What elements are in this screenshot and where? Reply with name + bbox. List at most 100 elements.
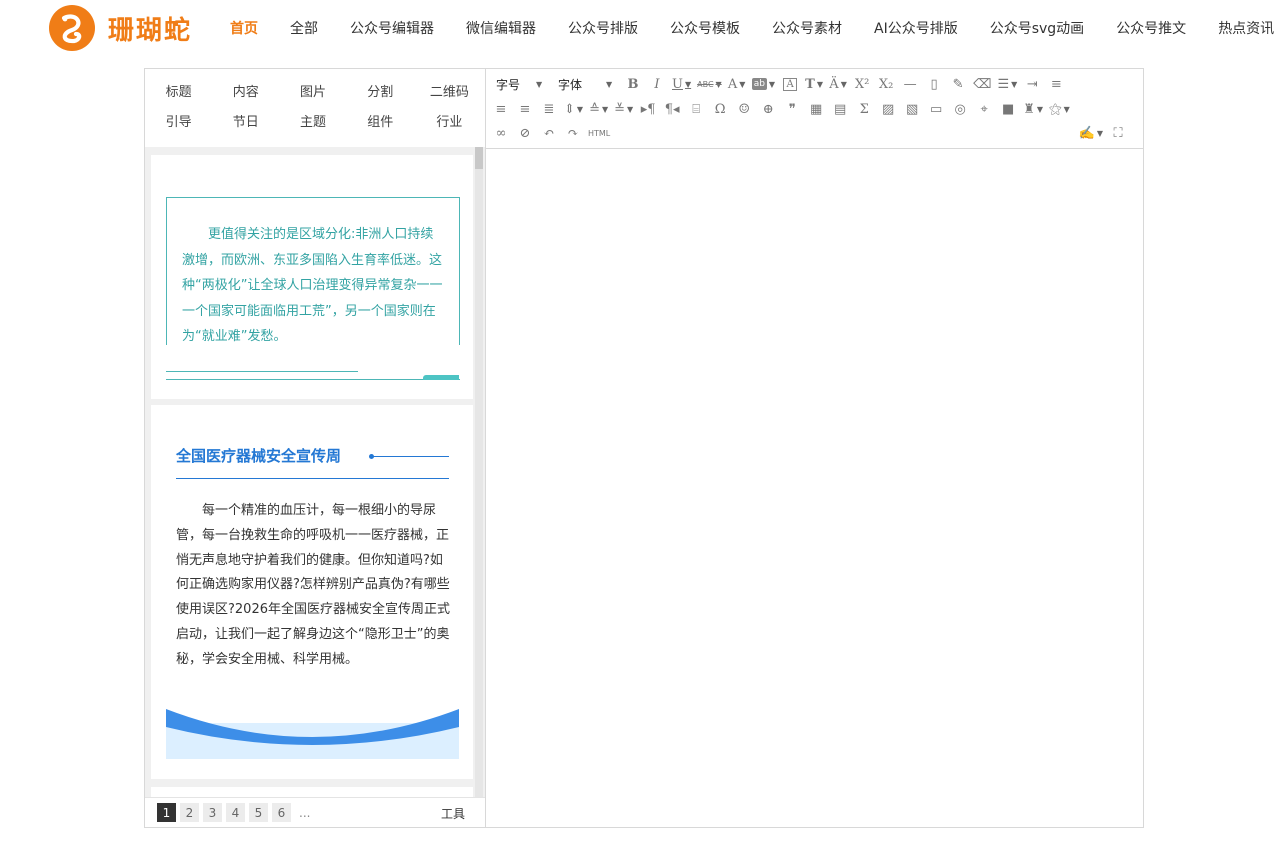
border-text-icon[interactable]: A: [781, 74, 799, 94]
font-size-label: 字号: [496, 77, 521, 92]
align-left-icon[interactable]: ≡: [1047, 74, 1065, 94]
nav-item-layout[interactable]: 公众号排版: [552, 18, 654, 38]
title-underline: [176, 478, 449, 479]
template-card[interactable]: [151, 787, 473, 797]
category-title[interactable]: 标题: [145, 81, 212, 100]
slideshow-icon[interactable]: ▭: [927, 99, 945, 119]
nav-item-editor[interactable]: 公众号编辑器: [334, 18, 450, 38]
nav-item-svg-animation[interactable]: 公众号svg动画: [974, 18, 1100, 38]
nav-item-materials[interactable]: 公众号素材: [756, 18, 858, 38]
nav-item-all[interactable]: 全部: [274, 18, 334, 38]
letter-spacing-icon[interactable]: Ä ▼: [829, 74, 847, 94]
new-page-icon[interactable]: ▯: [925, 74, 943, 94]
horizontal-rule-icon[interactable]: —: [901, 74, 919, 94]
page-button[interactable]: 3: [203, 803, 222, 822]
category-image[interactable]: 图片: [279, 81, 346, 100]
paragraph-spacing-icon[interactable]: ⇕ ▼: [564, 99, 583, 119]
page-button[interactable]: 4: [226, 803, 245, 822]
font-color-icon[interactable]: A ▼: [728, 74, 746, 94]
template-card[interactable]: 更值得关注的是区域分化:非洲人口持续激增，而欧洲、东亚多国陷入生育率低迷。这种“…: [151, 155, 473, 399]
nav-item-templates[interactable]: 公众号模板: [654, 18, 756, 38]
category-guide[interactable]: 引导: [145, 111, 212, 130]
edit-icon[interactable]: ✎: [949, 74, 967, 94]
editor-frame: 标题 内容 图片 分割 二维码 引导 节日 主题 组件 行业 更值得关注的是区域…: [144, 68, 1144, 828]
font-family-label: 字体: [558, 77, 583, 92]
category-divider[interactable]: 分割: [347, 81, 414, 100]
palette-icon[interactable]: ◎: [951, 99, 969, 119]
category-tabs: 标题 内容 图片 分割 二维码 引导 节日 主题 组件 行业: [145, 69, 485, 139]
brand-logo[interactable]: 珊瑚蛇: [48, 4, 192, 52]
video-icon[interactable]: ■: [999, 99, 1017, 119]
category-holiday[interactable]: 节日: [212, 111, 279, 130]
undo-icon[interactable]: ↶: [540, 123, 558, 143]
spacing-top-icon[interactable]: ≙ ▼: [589, 99, 608, 119]
text-style-icon[interactable]: T ▼: [805, 74, 823, 94]
scrollbar-track[interactable]: [475, 147, 483, 797]
draft-edit-icon[interactable]: ✍ ▼: [1079, 123, 1103, 143]
format-painter-icon[interactable]: ⌸: [687, 99, 705, 119]
align-center-icon[interactable]: ≡: [492, 99, 510, 119]
page-button[interactable]: 5: [249, 803, 268, 822]
category-component[interactable]: 组件: [347, 111, 414, 130]
tools-button[interactable]: 工具: [441, 805, 465, 822]
page-button[interactable]: 2: [180, 803, 199, 822]
pagination: 1 2 3 4 5 6 ... 工具: [145, 797, 485, 827]
html-source-icon[interactable]: HTML: [588, 123, 610, 143]
ltr-icon[interactable]: ▸¶: [639, 99, 657, 119]
search-replace-icon[interactable]: ⊕: [759, 99, 777, 119]
italic-icon[interactable]: I: [648, 74, 666, 94]
quote-icon[interactable]: ❞: [783, 99, 801, 119]
spacing-bottom-icon[interactable]: ≚ ▼: [614, 99, 633, 119]
font-family-select[interactable]: 字体 ▼: [554, 74, 618, 94]
category-content[interactable]: 内容: [212, 81, 279, 100]
category-industry[interactable]: 行业: [414, 111, 485, 130]
eraser-icon[interactable]: ⌫: [973, 74, 991, 94]
bold-icon[interactable]: B: [624, 74, 642, 94]
nav-item-home[interactable]: 首页: [214, 18, 274, 38]
main-nav: 首页 全部 公众号编辑器 微信编辑器 公众号排版 公众号模板 公众号素材 AI公…: [214, 0, 1287, 56]
clear-format-icon[interactable]: ♜ ▼: [1023, 99, 1043, 119]
rtl-icon[interactable]: ¶◂: [663, 99, 681, 119]
nav-item-ai-layout[interactable]: AI公众号排版: [858, 18, 974, 38]
formula-icon[interactable]: Σ: [855, 99, 873, 119]
line-height-icon[interactable]: ☰ ▼: [997, 74, 1017, 94]
magic-wand-icon[interactable]: ⚝ ▼: [1049, 99, 1070, 119]
redo-icon[interactable]: ↷: [564, 123, 582, 143]
category-qrcode[interactable]: 二维码: [414, 81, 485, 100]
font-size-select[interactable]: 字号 ▼: [492, 74, 548, 94]
table-icon[interactable]: ▦: [807, 99, 825, 119]
subscript-icon[interactable]: X₂: [877, 74, 895, 94]
indent-icon[interactable]: ⇥: [1023, 74, 1041, 94]
emoji-icon[interactable]: ☺: [735, 99, 753, 119]
multi-image-icon[interactable]: ▧: [903, 99, 921, 119]
nav-item-wechat-editor[interactable]: 微信编辑器: [450, 18, 552, 38]
link-icon[interactable]: ∞: [492, 123, 510, 143]
template-title: 全国医疗器械安全宣传周: [176, 447, 342, 465]
image-icon[interactable]: ▨: [879, 99, 897, 119]
editor-toolbar: 字号 ▼ 字体 ▼ B I U ▼ ABC ▼ A ▼ ab ▼ A T ▼ Ä ▼ X² X₂…: [486, 69, 1143, 149]
template-list[interactable]: 更值得关注的是区域分化:非洲人口持续激增，而欧洲、东亚多国陷入生育率低迷。这种“…: [145, 147, 485, 797]
fullscreen-icon[interactable]: ⛶: [1109, 123, 1127, 143]
template-panel: 标题 内容 图片 分割 二维码 引导 节日 主题 组件 行业 更值得关注的是区域…: [145, 69, 486, 827]
special-chars-icon[interactable]: Ω: [711, 99, 729, 119]
caret-icon: ▼: [536, 79, 543, 89]
template-card[interactable]: 全国医疗器械安全宣传周 每一个精准的血压计，每一根细小的导尿管，每一台挽救生命的…: [151, 405, 473, 779]
superscript-icon[interactable]: X²: [853, 74, 871, 94]
map-icon[interactable]: ⌖: [975, 99, 993, 119]
align-right-icon[interactable]: ≡: [516, 99, 534, 119]
word-paste-icon[interactable]: ▤: [831, 99, 849, 119]
page-button[interactable]: 1: [157, 803, 176, 822]
category-theme[interactable]: 主题: [279, 111, 346, 130]
unlink-icon[interactable]: ⊘: [516, 123, 534, 143]
page-button[interactable]: 6: [272, 803, 291, 822]
scrollbar-thumb[interactable]: [475, 147, 483, 169]
justify-icon[interactable]: ≣: [540, 99, 558, 119]
highlight-icon[interactable]: ab ▼: [751, 74, 775, 94]
nav-item-news[interactable]: 热点资讯: [1202, 18, 1287, 38]
nav-item-articles[interactable]: 公众号推文: [1100, 18, 1202, 38]
strikethrough-icon[interactable]: ABC ▼: [697, 74, 722, 94]
template-text: 每一个精准的血压计，每一根细小的导尿管，每一台挽救生命的呼吸机一一医疗器械，正悄…: [176, 503, 450, 667]
editor-content-area[interactable]: [486, 149, 1143, 827]
title-line: [373, 456, 449, 457]
underline-icon[interactable]: U ▼: [672, 74, 691, 94]
